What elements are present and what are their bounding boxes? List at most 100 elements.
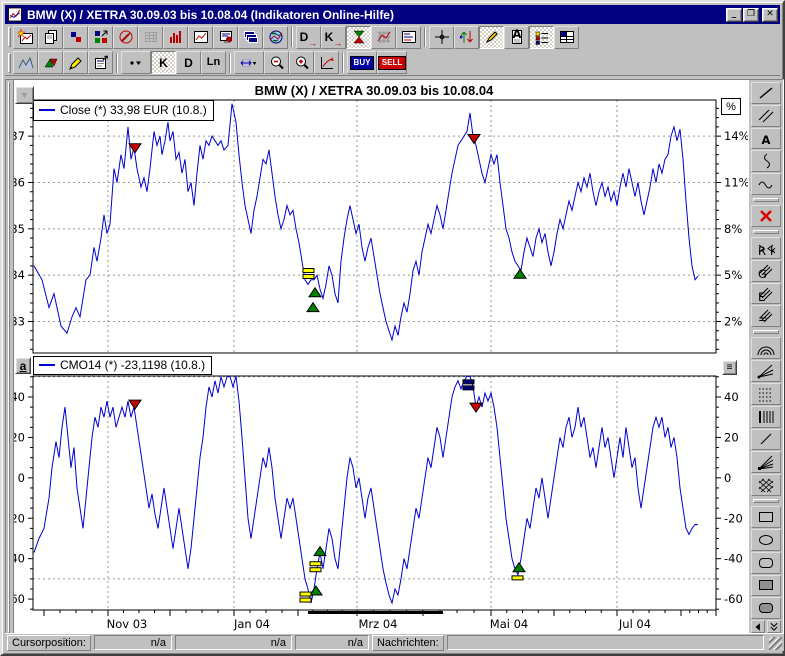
fibonacci-fan-tool[interactable] <box>751 360 781 382</box>
CMO14-series <box>34 376 698 603</box>
ellipse-tool[interactable] <box>751 529 781 551</box>
indicator-list-button[interactable] <box>529 26 554 49</box>
time-zones-tool[interactable] <box>751 406 781 428</box>
level-pen-tool[interactable]: = <box>751 305 781 327</box>
position-flag-marker <box>300 592 311 596</box>
mountain-chart-button[interactable] <box>13 51 38 74</box>
proundrect-icon <box>757 555 775 571</box>
pvlines-icon <box>757 409 775 425</box>
parallel-lines-tool[interactable] <box>751 105 781 127</box>
scroll-down-button[interactable] <box>767 620 781 633</box>
elliott-pen-tool[interactable]: E <box>751 283 781 305</box>
chart-type-button[interactable] <box>88 26 113 49</box>
new-chart-button[interactable] <box>13 26 38 49</box>
chart-area[interactable]: BMW (X) / XETRA 30.09.03 bis 10.08.04 37… <box>14 80 750 635</box>
buy-sell-signals-button[interactable] <box>38 51 63 74</box>
crosshatch-tool[interactable] <box>751 474 781 496</box>
properties-button[interactable] <box>88 51 113 74</box>
svg-text:Nov 03: Nov 03 <box>107 617 148 631</box>
retracement-tool[interactable]: RK <box>751 237 781 259</box>
chart-stack-button[interactable] <box>238 26 263 49</box>
trendline-tool[interactable] <box>751 82 781 104</box>
price-legend[interactable]: Close (*) 33,98 EUR (10.8.) <box>33 100 214 121</box>
table-view-button[interactable] <box>138 26 163 49</box>
pvwave-icon <box>757 153 775 169</box>
gann-pen-tool[interactable]: G <box>751 260 781 282</box>
layout-list-button[interactable] <box>554 26 579 49</box>
line-width-dropdown[interactable] <box>121 51 151 74</box>
close-button[interactable]: ✕ <box>762 8 778 22</box>
palette-separator <box>753 499 779 503</box>
log-scale-button[interactable]: Ln <box>201 51 226 74</box>
svg-text:-20: -20 <box>724 511 743 525</box>
charttype-icon <box>93 29 109 45</box>
draw-pen-button[interactable] <box>479 26 504 49</box>
rectangle-tool[interactable] <box>751 506 781 528</box>
fibonacci-arcs-tool[interactable] <box>751 337 781 359</box>
horizontal-wave-tool[interactable] <box>751 173 781 195</box>
palette-separator <box>753 198 779 202</box>
filled-rect-tool[interactable] <box>751 575 781 597</box>
text-tool[interactable]: A <box>751 128 781 150</box>
compare-lines-button[interactable] <box>396 26 421 49</box>
angle-line-tool[interactable] <box>751 429 781 451</box>
indicator-pane-button[interactable]: a <box>15 357 31 374</box>
visible-range-bar[interactable] <box>308 611 443 614</box>
crosshair-button[interactable] <box>429 26 454 49</box>
volume-bars-button[interactable] <box>163 26 188 49</box>
buy-order-button[interactable]: BUY <box>347 51 377 74</box>
fit-width-dropdown[interactable] <box>234 51 264 74</box>
svg-text:Jul 04: Jul 04 <box>618 617 651 631</box>
delete-drawing-tool[interactable] <box>751 205 781 227</box>
chart-window-button[interactable] <box>213 26 238 49</box>
bar-style-button[interactable]: D <box>176 51 201 74</box>
ppeng-icon: G <box>757 263 775 279</box>
text-note-button[interactable]: A <box>504 26 529 49</box>
line-chart-button[interactable] <box>188 26 213 49</box>
vertical-wave-tool[interactable] <box>751 150 781 172</box>
sell-order-button[interactable]: SELL <box>377 51 407 74</box>
highlighter-button[interactable] <box>63 51 88 74</box>
minimize-button[interactable]: _ <box>726 8 742 22</box>
cmo-legend[interactable]: CMO14 (*) -23,1198 (10.8.) <box>33 356 212 375</box>
svg-text:40: 40 <box>724 390 739 404</box>
buy-label: BUY <box>350 56 375 70</box>
pane-menu-button[interactable]: ≡ <box>722 360 737 375</box>
resize-grip[interactable] <box>769 637 782 650</box>
scroll-left-button[interactable] <box>751 620 765 633</box>
maximize-button[interactable]: ❐ <box>743 8 759 22</box>
zoom-out-button[interactable] <box>264 51 289 74</box>
filled-rounded-rect-tool[interactable] <box>751 597 781 619</box>
svg-text:Mai 04: Mai 04 <box>490 617 528 631</box>
left-splitter[interactable] <box>6 80 14 635</box>
pparallel-icon <box>757 108 775 124</box>
rounded-rect-tool[interactable] <box>751 552 781 574</box>
no-draw-button[interactable] <box>113 26 138 49</box>
percent-scale-box[interactable]: % <box>721 98 741 115</box>
matrix-chart-button[interactable] <box>371 26 396 49</box>
toolbar-handle[interactable] <box>8 53 11 73</box>
retracement-lines-tool[interactable] <box>751 383 781 405</box>
zoom-history-button[interactable] <box>314 51 339 74</box>
Close-series <box>34 104 698 340</box>
speed-lines-tool[interactable] <box>751 451 781 473</box>
copy-chart-button[interactable] <box>38 26 63 49</box>
fitwidth-icon <box>240 55 256 71</box>
data-points-button[interactable] <box>63 26 88 49</box>
daily-period-button[interactable]: D→ <box>296 26 321 49</box>
candle-period-button[interactable]: K→ <box>321 26 346 49</box>
world-markets-button[interactable] <box>263 26 288 49</box>
svg-text:Mrz 04: Mrz 04 <box>359 617 398 631</box>
certscreen-icon <box>218 29 234 45</box>
toolbar-handle[interactable] <box>8 27 11 47</box>
price-legend-text: Close (*) 33,98 EUR (10.8.) <box>60 103 207 117</box>
zoom-in-button[interactable] <box>289 51 314 74</box>
signals-toggle-button[interactable] <box>346 26 371 49</box>
drawing-tool-palette: A RK GE= <box>748 80 783 635</box>
worldchart-icon <box>268 29 284 45</box>
crosshair-icon <box>434 29 450 45</box>
collapse-pane-button[interactable]: ▼ <box>15 86 34 104</box>
scale-arrows-button[interactable] <box>454 26 479 49</box>
buy-signal-marker <box>314 547 326 556</box>
candlestick-button[interactable]: K <box>151 51 176 74</box>
